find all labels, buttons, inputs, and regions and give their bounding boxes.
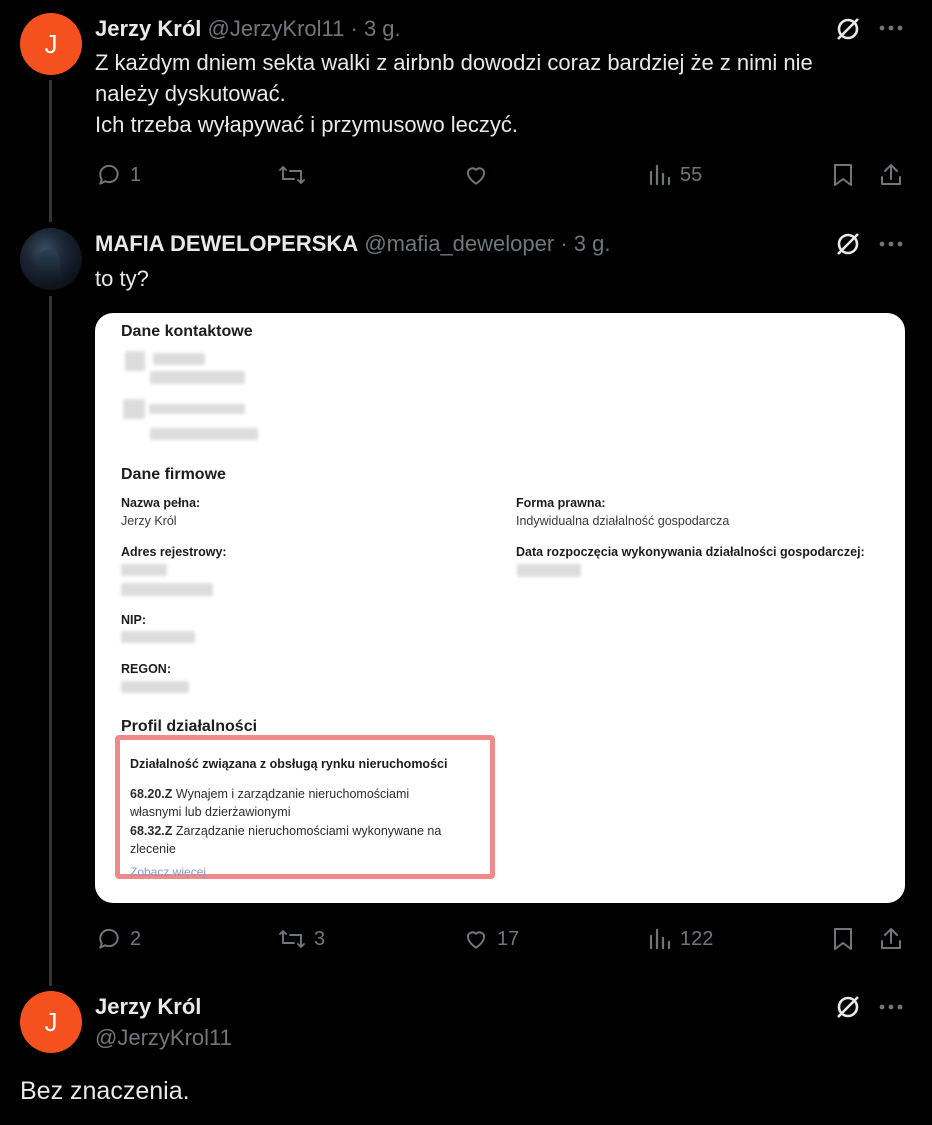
more-options-icon[interactable] [878,997,904,1017]
author-name[interactable]: MAFIA DEWELOPERSKA [95,231,358,256]
avatar[interactable]: J [20,991,82,1053]
start-date-label: Data rozpoczęcia wykonywania działalnośc… [516,545,865,559]
redacted-block [121,583,213,596]
contact-section-title: Dane kontaktowe [121,323,253,340]
avatar[interactable] [20,228,82,290]
author-name[interactable]: Jerzy Król [95,994,201,1020]
tweet-text: Z każdym dniem sekta walki z airbnb dowo… [95,50,813,137]
tweet-text: Bez znaczenia. [20,1077,190,1105]
bookmark-button[interactable] [832,162,854,188]
legal-form-label: Forma prawna: [516,496,606,510]
author-handle[interactable]: @JerzyKrol11 [208,16,345,41]
redacted-block [121,681,189,693]
like-button[interactable]: 17 [463,926,519,952]
tweet-header: MAFIA DEWELOPERSKA @mafia_deweloper · 3 … [95,231,610,257]
author-name[interactable]: Jerzy Król [95,16,201,41]
bookmark-icon [834,928,852,950]
author-handle[interactable]: @JerzyKrol11 [95,1025,232,1051]
views-button[interactable]: 122 [648,926,713,952]
redacted-block [150,371,245,384]
share-icon [881,164,901,185]
tweet-text: to ty? [95,266,149,291]
grok-icon[interactable] [835,231,861,257]
avatar[interactable]: J [20,13,82,75]
share-button[interactable] [879,162,903,188]
timestamp[interactable]: · 3 g. [351,16,401,41]
share-icon [881,928,901,949]
like-button[interactable] [463,162,489,188]
repost-button[interactable] [278,162,306,188]
author-handle[interactable]: @mafia_deweloper [364,231,554,256]
reply-icon [99,928,119,949]
redacted-block [121,631,195,643]
reply-count: 1 [130,163,142,186]
reply-icon [99,164,119,185]
profile-section-title: Profil działalności [121,718,258,735]
views-count: 122 [680,927,714,950]
share-button[interactable] [879,926,903,952]
reply-button[interactable]: 1 [96,162,141,188]
bookmark-icon [834,164,852,186]
heart-icon [466,931,486,949]
views-button[interactable]: 55 [648,162,702,188]
activity-code-2: 68.32.Z Zarządzanie nieruchomościami wyk… [130,824,442,856]
more-options-icon[interactable] [878,234,904,254]
grok-icon[interactable] [835,994,861,1020]
regon-label: REGON: [121,662,171,676]
reply-button[interactable]: 2 [96,926,141,952]
redacted-block [121,564,167,576]
full-name-label: Nazwa pełna: [121,496,201,510]
repost-icon [279,930,305,948]
thread-line-1 [49,80,52,222]
views-count: 55 [680,163,703,186]
grok-icon[interactable] [835,16,861,42]
heart-icon [466,167,486,185]
redacted-block [153,353,205,365]
repost-count: 3 [314,927,326,950]
attached-image[interactable]: Dane kontaktowe Dane firmowe Nazwa pełna… [95,313,905,903]
redacted-block [123,399,145,419]
repost-button[interactable]: 3 [278,926,325,952]
thread-line-2 [49,296,52,986]
reply-count: 2 [130,927,142,950]
nip-label: NIP: [121,613,146,627]
activity-code-1: 68.20.Z Wynajem i zarządzanie nieruchomo… [130,787,410,819]
see-more-link[interactable]: Zobacz więcej [130,865,206,879]
timestamp[interactable]: · 3 g. [560,231,610,256]
like-count: 17 [497,927,520,950]
repost-icon [279,166,305,184]
views-icon [649,928,671,950]
address-label: Adres rejestrowy: [121,545,227,559]
tweet-header: Jerzy Król @JerzyKrol11 · 3 g. [95,16,401,42]
redacted-block [149,404,245,414]
redacted-block [125,351,145,371]
redacted-block [150,428,258,440]
more-options-icon[interactable] [878,18,904,38]
views-icon [649,164,671,186]
legal-form-value: Indywidualna działalność gospodarcza [516,514,730,528]
full-name-value: Jerzy Król [121,514,177,528]
redacted-block [517,564,581,577]
activity-title: Działalność związana z obsługą rynku nie… [130,757,448,771]
company-section-title: Dane firmowe [121,466,226,483]
bookmark-button[interactable] [832,926,854,952]
